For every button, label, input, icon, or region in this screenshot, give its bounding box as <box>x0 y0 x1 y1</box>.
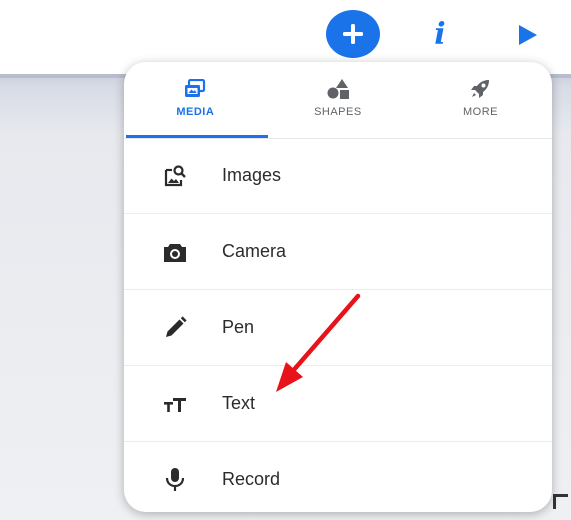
media-options-list: Images Camera Pen Text Record <box>124 138 552 512</box>
resize-corner-mark <box>553 494 568 509</box>
tab-media[interactable]: MEDIA <box>124 62 267 138</box>
plus-icon <box>343 24 363 44</box>
image-search-icon <box>162 163 188 189</box>
menu-item-pen[interactable]: Pen <box>124 290 552 366</box>
tab-shapes[interactable]: SHAPES <box>267 62 410 138</box>
info-button[interactable]: i <box>425 15 455 53</box>
tab-more[interactable]: MORE <box>409 62 552 138</box>
menu-item-record[interactable]: Record <box>124 442 552 512</box>
tab-shapes-label: SHAPES <box>314 106 362 118</box>
play-icon <box>519 25 537 45</box>
menu-item-images-label: Images <box>222 165 282 185</box>
menu-item-pen-label: Pen <box>222 317 255 337</box>
rocket-icon <box>468 78 492 100</box>
shapes-icon <box>326 78 350 100</box>
pen-icon <box>162 315 188 341</box>
menu-item-text[interactable]: Text <box>124 366 552 442</box>
menu-item-record-label: Record <box>222 469 281 489</box>
menu-item-images[interactable]: Images <box>124 138 552 214</box>
add-button[interactable] <box>326 10 380 58</box>
menu-item-text-label: Text <box>222 393 256 413</box>
media-icon <box>183 78 207 100</box>
play-button[interactable] <box>509 17 545 53</box>
menu-item-camera[interactable]: Camera <box>124 214 552 290</box>
info-icon: i <box>434 16 446 52</box>
tab-media-label: MEDIA <box>176 106 215 118</box>
microphone-icon <box>162 467 188 493</box>
insert-popup-menu: MEDIA SHAPES MORE Images Camera Pen Text… <box>124 62 552 512</box>
camera-icon <box>162 239 188 265</box>
app-screen: i MEDIA SHAPES MORE Images Camera Pen Te… <box>0 0 571 520</box>
text-size-icon <box>162 391 188 417</box>
tab-more-label: MORE <box>462 106 498 118</box>
popup-tabs: MEDIA SHAPES MORE <box>124 62 552 139</box>
menu-item-camera-label: Camera <box>222 241 287 261</box>
